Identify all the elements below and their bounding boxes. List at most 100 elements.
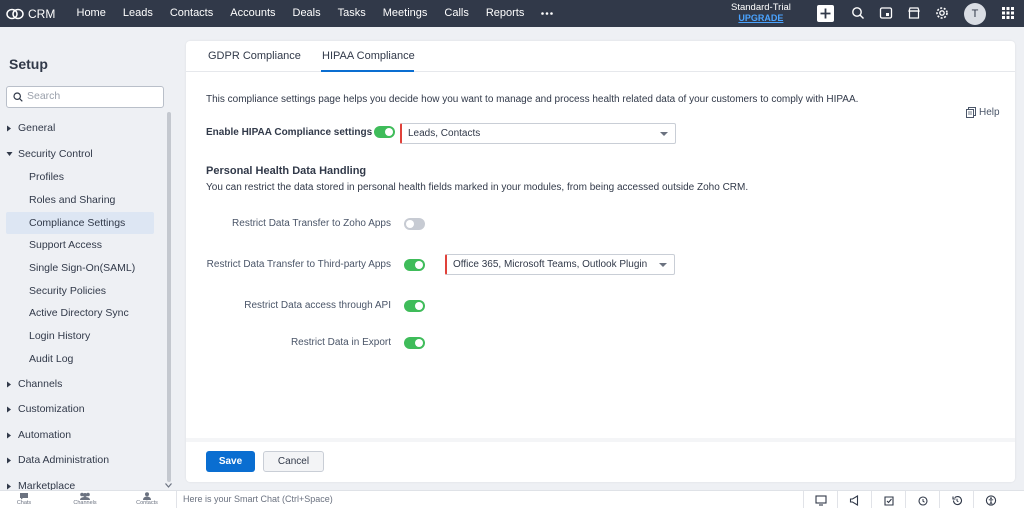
recent-history-icon[interactable] [939,491,973,508]
sidebar-item-active-directory-sync[interactable]: Active Directory Sync [6,302,154,324]
more-modules-icon[interactable] [533,12,561,15]
caret-right-icon [6,483,18,490]
screen-share-icon[interactable] [803,491,837,508]
tab-gdpr-compliance[interactable]: GDPR Compliance [208,50,301,62]
chat-bubble-icon [4,492,44,500]
alarm-clock-icon[interactable] [905,491,939,508]
smart-chat-input[interactable]: Here is your Smart Chat (Ctrl+Space) [176,491,802,508]
main-panel: GDPR Compliance HIPAA Compliance This co… [186,41,1015,482]
sidebar-group-label: Data Administration [18,454,110,466]
third-party-apps-value: Office 365, Microsoft Teams, Outlook Plu… [453,259,648,270]
compliance-tabs: GDPR Compliance HIPAA Compliance [186,41,1015,72]
sidebar-search-input[interactable] [27,90,157,102]
enable-hipaa-toggle[interactable] [374,126,395,138]
create-new-icon[interactable] [817,5,834,22]
footer-divider [186,438,1015,442]
toggle-knob [406,220,414,228]
sidebar-item-single-sign-on[interactable]: Single Sign-On(SAML) [6,257,154,279]
section-title: Personal Health Data Handling [206,165,367,177]
bottom-label: Contacts [136,500,158,506]
crm-logo-icon [6,8,24,20]
help-document-icon [966,107,979,118]
toggle-knob [415,302,423,310]
user-avatar[interactable]: T [964,3,986,25]
section-description: You can restrict the data stored in pers… [206,182,749,193]
sidebar-item-support-access[interactable]: Support Access [6,234,154,256]
sidebar-group-label: Channels [18,378,63,390]
trial-label: Standard-Trial [731,2,791,13]
marketplace-icon[interactable] [907,6,921,20]
upgrade-link[interactable]: UPGRADE [731,13,791,23]
sidebar-group-security-control[interactable]: Security Control [6,148,93,160]
calendar-icon[interactable] [879,6,893,20]
sidebar-item-profiles[interactable]: Profiles [6,166,154,188]
sidebar-group-label: Automation [18,429,72,441]
help-label: Help [979,107,1000,118]
hipaa-modules-value: Leads, Contacts [408,128,481,139]
caret-right-icon [6,432,18,439]
nav-reports[interactable]: Reports [477,0,533,27]
nav-home[interactable]: Home [68,0,114,27]
restrict-zoho-apps-toggle[interactable] [404,218,425,230]
save-button[interactable]: Save [206,451,255,472]
accessibility-icon[interactable] [973,491,1007,508]
toggle-knob [385,128,393,136]
sidebar-group-general[interactable]: General [6,122,55,134]
sidebar-search[interactable] [6,86,164,108]
nav-tasks[interactable]: Tasks [329,0,374,27]
nav-deals[interactable]: Deals [284,0,329,27]
settings-gear-icon[interactable] [935,6,949,20]
active-tab-indicator [321,70,414,72]
tasks-check-icon[interactable] [871,491,905,508]
toggle-knob [415,261,423,269]
hipaa-modules-select[interactable]: Leads, Contacts [400,123,676,144]
brand-logo[interactable]: CRM [6,7,68,21]
scroll-down-arrow-icon[interactable] [165,483,172,488]
tab-hipaa-compliance[interactable]: HIPAA Compliance [322,50,415,62]
sidebar-item-audit-log[interactable]: Audit Log [6,348,154,370]
sidebar-item-compliance-settings[interactable]: Compliance Settings [6,212,154,234]
third-party-apps-select[interactable]: Office 365, Microsoft Teams, Outlook Plu… [445,254,675,275]
bottom-label: Channels [73,500,97,506]
nav-calls[interactable]: Calls [436,0,477,27]
setup-sidebar: Setup General Security Control Profiles … [0,36,174,490]
contact-person-icon [127,492,167,500]
cancel-button[interactable]: Cancel [263,451,324,472]
channels-group-icon [65,492,105,500]
caret-right-icon [6,125,18,132]
nav-leads[interactable]: Leads [114,0,161,27]
sidebar-group-automation[interactable]: Automation [6,429,71,441]
caret-right-icon [6,406,18,413]
bottom-contacts[interactable]: Contacts [127,492,167,506]
sidebar-scrollbar[interactable] [167,112,171,482]
sidebar-group-data-administration[interactable]: Data Administration [6,454,109,466]
sidebar-group-label: Customization [18,403,85,415]
apps-grid-icon[interactable] [1002,7,1014,19]
toggle-knob [415,339,423,347]
sidebar-item-roles-and-sharing[interactable]: Roles and Sharing [6,189,154,211]
nav-accounts[interactable]: Accounts [222,0,284,27]
setup-title: Setup [9,56,48,72]
trial-info: Standard-Trial UPGRADE [731,2,791,24]
restrict-export-toggle[interactable] [404,337,425,349]
restrict-third-party-toggle[interactable] [404,259,425,271]
caret-down-icon [6,151,18,157]
nav-contacts[interactable]: Contacts [161,0,221,27]
dropdown-arrow-icon [660,132,668,136]
restrict-api-toggle[interactable] [404,300,425,312]
caret-right-icon [6,381,18,388]
sidebar-item-login-history[interactable]: Login History [6,325,154,347]
bottom-channels[interactable]: Channels [65,492,105,506]
announcement-megaphone-icon[interactable] [837,491,871,508]
sidebar-group-channels[interactable]: Channels [6,378,62,390]
bottom-chats[interactable]: Chats [4,492,44,506]
sidebar-group-label: Marketplace [18,480,76,490]
sidebar-group-customization[interactable]: Customization [6,403,85,415]
search-icon[interactable] [851,6,865,20]
bottom-label: Chats [16,500,32,506]
nav-meetings[interactable]: Meetings [374,0,436,27]
caret-right-icon [6,457,18,464]
sidebar-item-security-policies[interactable]: Security Policies [6,280,154,302]
help-link[interactable]: Help [966,107,1000,118]
sidebar-group-marketplace[interactable]: Marketplace [6,480,75,490]
